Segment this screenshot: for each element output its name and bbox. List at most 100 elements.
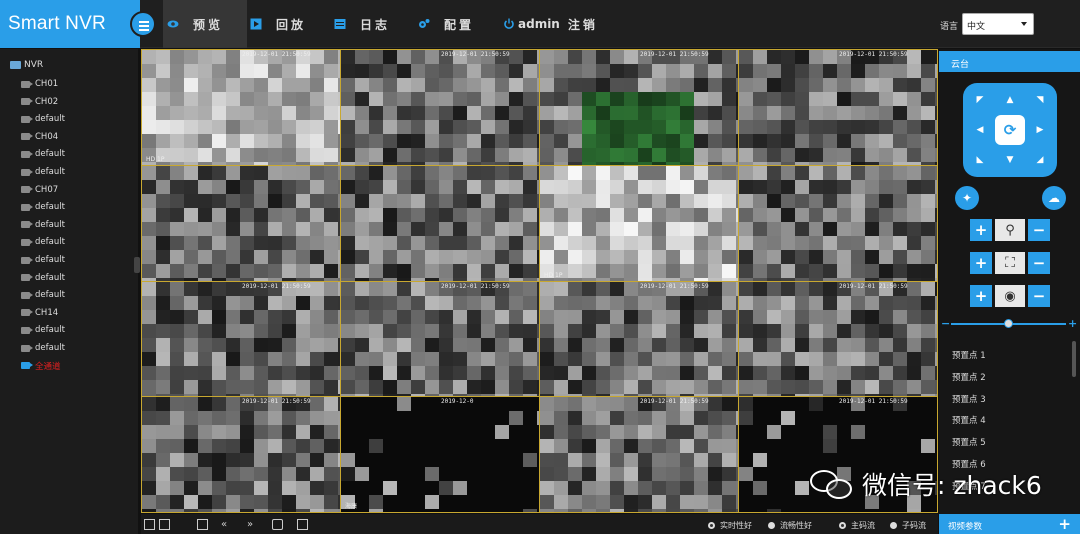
channel-item[interactable]: CH04: [21, 131, 58, 143]
video-params-bar[interactable]: 视频参数 +: [939, 514, 1080, 534]
channel-item[interactable]: CH14: [21, 307, 58, 319]
snapshot-icon[interactable]: [272, 519, 283, 530]
iris-close-button[interactable]: −: [1028, 285, 1050, 307]
tile-label: 海康: [345, 503, 358, 510]
camera-icon: [21, 274, 33, 282]
channel-label: default: [35, 290, 65, 301]
slider-knob[interactable]: [1004, 319, 1013, 328]
channel-label: CH14: [35, 307, 59, 318]
grid-icon[interactable]: [144, 519, 155, 530]
radio-realtime[interactable]: 实时性好: [708, 520, 752, 531]
video-tile[interactable]: 2019-12-01 21:50:59: [341, 281, 539, 397]
preset-item[interactable]: 预置点 4: [952, 414, 986, 426]
ptz-left-button[interactable]: ◀: [965, 115, 995, 145]
preset-item[interactable]: 预置点 3: [952, 393, 986, 405]
eye-icon: [167, 20, 179, 28]
tree-root-nvr[interactable]: NVR: [10, 60, 43, 70]
fullscreen-icon[interactable]: [297, 519, 308, 530]
channel-item[interactable]: default: [21, 148, 65, 160]
channel-label: default: [35, 237, 65, 248]
video-tile[interactable]: HD 1P: [540, 165, 738, 281]
ptz-up-right-button[interactable]: ◥: [1025, 85, 1055, 115]
ptz-up-button[interactable]: ▲: [995, 85, 1025, 115]
channel-label: default: [35, 219, 65, 230]
light-icon[interactable]: ✦: [955, 186, 979, 210]
tile-timestamp: 2019-12-01 21:50:59: [640, 282, 709, 290]
video-tile[interactable]: 2019-12-01 21:50:59: [739, 281, 937, 397]
video-tile[interactable]: 2019-12-01 21:50:59 HD 1P: [142, 50, 340, 165]
expand-plus-icon[interactable]: +: [1058, 515, 1071, 533]
radio-smooth[interactable]: 流畅性好: [768, 520, 812, 531]
video-tile[interactable]: 2019-12-01 21:50:59: [540, 281, 738, 397]
next-icon[interactable]: »: [247, 519, 258, 530]
video-tile[interactable]: 2019-12-01 21:50:59: [341, 50, 539, 165]
slider-minus-icon[interactable]: −: [941, 318, 950, 329]
ptz-up-left-button[interactable]: ◤: [965, 85, 995, 115]
ptz-right-button[interactable]: ▶: [1025, 115, 1055, 145]
channel-item[interactable]: default: [21, 166, 65, 178]
channel-item[interactable]: default: [21, 254, 65, 266]
language-select[interactable]: 中文: [962, 13, 1034, 35]
channel-item[interactable]: default: [21, 236, 65, 248]
iris-open-button[interactable]: +: [970, 285, 992, 307]
zoom-in-button[interactable]: +: [970, 219, 992, 241]
nav-playback[interactable]: 回放: [250, 0, 306, 48]
zoom-out-button[interactable]: −: [1028, 219, 1050, 241]
video-tile[interactable]: 2019-12-01 21:50:59: [540, 397, 738, 512]
camera-icon: [21, 133, 33, 141]
channel-item[interactable]: CH01: [21, 78, 58, 90]
video-tile[interactable]: [341, 165, 539, 281]
radio-sub-stream[interactable]: 子码流: [890, 520, 926, 531]
focus-in-button[interactable]: +: [970, 252, 992, 274]
focus-out-button[interactable]: −: [1028, 252, 1050, 274]
nav-config-label: 配置: [444, 17, 475, 32]
preset-item[interactable]: 预置点 5: [952, 436, 986, 448]
channel-item[interactable]: default: [21, 201, 65, 213]
camera-icon: [21, 203, 33, 211]
preset-scrollbar[interactable]: [1072, 341, 1076, 377]
ptz-speed-slider[interactable]: − +: [941, 318, 1077, 329]
video-tile[interactable]: [142, 165, 340, 281]
channel-item[interactable]: default: [21, 272, 65, 284]
radio-main-stream[interactable]: 主码流: [839, 520, 875, 531]
video-tile[interactable]: 2019-12-01 21:50:59: [142, 397, 340, 512]
video-tile[interactable]: [739, 165, 937, 281]
prev-icon[interactable]: «: [221, 519, 232, 530]
video-tile[interactable]: 2019-12-01 21:50:59: [540, 50, 738, 165]
radio-main-stream-label: 主码流: [851, 521, 875, 530]
video-tile[interactable]: 2019-12-01 21:50:59: [739, 50, 937, 165]
nav-config[interactable]: 配置: [418, 0, 474, 48]
nav-preview[interactable]: 预览: [163, 0, 247, 48]
channel-label: CH04: [35, 131, 59, 142]
wiper-icon[interactable]: ☁: [1042, 186, 1066, 210]
video-tile[interactable]: 2019-12-0 海康: [341, 397, 539, 512]
channel-item[interactable]: CH02: [21, 96, 58, 108]
camera-icon: [21, 168, 33, 176]
camera-icon: [21, 326, 33, 334]
ptz-down-right-button[interactable]: ◢: [1025, 145, 1055, 175]
preset-item[interactable]: 预置点 2: [952, 371, 986, 383]
slider-plus-icon[interactable]: +: [1068, 318, 1077, 329]
logout-label[interactable]: 注销: [568, 16, 598, 33]
channel-item[interactable]: default: [21, 289, 65, 301]
log-icon: [334, 19, 346, 29]
channel-item[interactable]: 全通道: [21, 360, 61, 372]
nav-log[interactable]: 日志: [334, 0, 390, 48]
ptz-down-button[interactable]: ▼: [995, 145, 1025, 175]
refresh-icon[interactable]: ⟳: [995, 115, 1025, 145]
record-icon[interactable]: [197, 519, 208, 530]
channel-item[interactable]: default: [21, 219, 65, 231]
language-label: 语言: [940, 22, 959, 32]
channel-item[interactable]: default: [21, 324, 65, 336]
ptz-down-left-button[interactable]: ◣: [965, 145, 995, 175]
preset-item[interactable]: 预置点 1: [952, 349, 986, 361]
menu-icon[interactable]: [130, 11, 156, 37]
sidebar-collapse-handle[interactable]: [134, 257, 140, 273]
channel-item[interactable]: default: [21, 342, 65, 354]
channel-label: default: [35, 114, 65, 125]
grid-9-icon[interactable]: [159, 519, 170, 530]
channel-item[interactable]: CH07: [21, 184, 58, 196]
channel-item[interactable]: default: [21, 113, 65, 125]
video-tile[interactable]: 2019-12-01 21:50:59: [142, 281, 340, 397]
nav-user-logout[interactable]: admin 注销: [503, 0, 598, 48]
